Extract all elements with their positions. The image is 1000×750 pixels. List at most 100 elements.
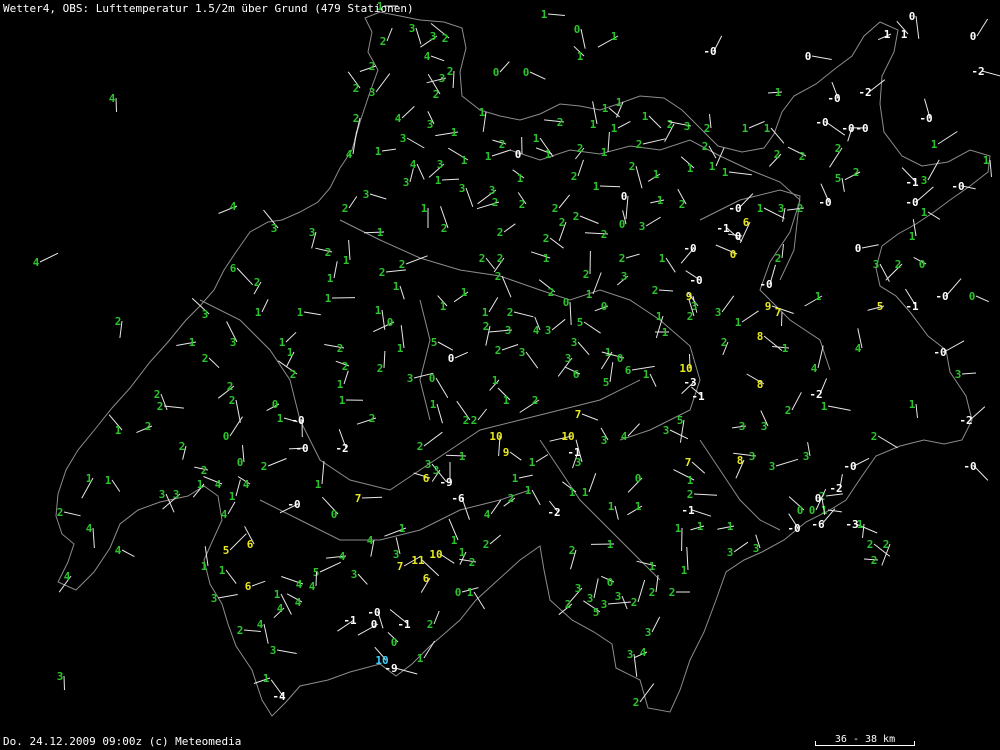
temperature-label: 0 — [223, 430, 230, 443]
temperature-label: -2 — [858, 86, 871, 99]
wind-barb-icon — [369, 193, 387, 200]
temperature-label: 2 — [883, 538, 890, 551]
wind-barb-icon — [989, 159, 992, 177]
station-marker: 2 — [543, 232, 564, 249]
temperature-label: 3 — [778, 202, 785, 215]
temperature-label: 3 — [727, 546, 734, 559]
station-marker: 1 — [593, 180, 621, 193]
wind-barb-icon — [937, 131, 958, 145]
station-marker: 4 — [855, 328, 863, 355]
temperature-label: 0 — [805, 50, 812, 63]
station-marker: 2 — [687, 488, 718, 501]
temperature-label: -9 — [439, 476, 452, 489]
station-marker: -0 — [815, 116, 846, 136]
temperature-label: 3 — [663, 424, 670, 437]
temperature-label: 2 — [633, 696, 640, 709]
station-marker: 6 — [413, 472, 431, 485]
station-marker: 2 — [356, 412, 377, 425]
wind-barb-icon — [915, 15, 920, 39]
station-marker: 2 — [479, 252, 495, 270]
station-marker: 1 — [375, 145, 396, 158]
station-marker: 1 — [339, 394, 364, 407]
station-marker: 1 — [105, 474, 121, 492]
temperature-label: 3 — [639, 220, 646, 233]
wind-barb-icon — [406, 137, 425, 149]
temperature-label: 2 — [619, 252, 626, 265]
temperature-label: 7 — [575, 408, 582, 421]
station-marker: -1 — [337, 614, 357, 632]
temperature-label: 4 — [33, 256, 40, 269]
temperature-label: 2 — [353, 112, 360, 125]
station-marker: 3 — [600, 427, 609, 447]
temperature-label: 2 — [507, 306, 514, 319]
temperature-label: 2 — [399, 258, 406, 271]
station-marker: 5 — [223, 533, 247, 557]
station-marker: 3 — [760, 410, 769, 433]
temperature-label: 3 — [621, 270, 628, 283]
wind-barb-icon — [361, 496, 383, 499]
wind-barb-icon — [642, 138, 666, 145]
temperature-label: 1 — [649, 560, 656, 573]
station-marker: -1 — [690, 386, 705, 403]
temperature-label: -2 — [829, 482, 842, 495]
temperature-label: 2 — [652, 284, 659, 297]
station-marker: 2 — [447, 65, 455, 89]
station-marker: 0 — [788, 496, 805, 517]
station-marker: 1 — [611, 120, 631, 135]
wind-barb-icon — [961, 372, 977, 375]
wind-barb-icon — [357, 573, 368, 585]
temperature-label: 2 — [565, 598, 572, 611]
temperature-label: 2 — [201, 464, 208, 477]
station-marker: 3 — [769, 458, 799, 473]
temperature-label: 3 — [159, 488, 166, 501]
temperature-label: 2 — [577, 142, 584, 155]
wind-barb-icon — [430, 55, 445, 62]
temperature-label: 3 — [601, 434, 608, 447]
station-marker: 2 — [380, 27, 393, 48]
wind-barb-icon — [503, 223, 516, 233]
station-marker: 2 — [517, 192, 527, 211]
temperature-label: 3 — [369, 86, 376, 99]
temperature-label: 2 — [353, 82, 360, 95]
station-marker: 0 — [515, 136, 523, 161]
station-marker: 8 — [735, 454, 745, 479]
temperature-label: 1 — [657, 194, 664, 207]
temperature-label: 3 — [271, 222, 278, 235]
station-marker: 5 — [867, 300, 885, 313]
station-marker: 4 — [109, 92, 117, 113]
temperature-label: 2 — [380, 35, 387, 48]
temperature-label: 1 — [582, 486, 589, 499]
station-marker: 2 — [552, 194, 571, 215]
station-marker: 4 — [257, 618, 269, 644]
temperature-label: 1 — [263, 672, 270, 685]
temperature-label: 2 — [237, 624, 244, 637]
wind-barb-icon — [614, 505, 619, 520]
temperature-label: 4 — [855, 342, 862, 355]
station-marker: 2 — [721, 336, 729, 356]
temperature-label: 1 — [201, 560, 208, 573]
station-marker: -2 — [547, 500, 561, 519]
temperature-label: 1 — [459, 450, 466, 463]
temperature-label: 2 — [495, 270, 502, 283]
station-marker: 0 — [429, 372, 449, 398]
wind-barb-icon — [348, 196, 358, 209]
station-marker: 0 — [627, 472, 643, 493]
temperature-label: 3 — [400, 132, 407, 145]
temperature-label: 1 — [479, 106, 486, 119]
temperature-label: 0 — [621, 190, 628, 203]
station-marker: 2 — [652, 284, 674, 297]
wind-barb-icon — [651, 616, 661, 633]
station-marker: 1 — [229, 479, 241, 503]
wind-barb-icon — [877, 435, 898, 449]
temperature-label: 1 — [461, 286, 468, 299]
temperature-label: 1 — [482, 306, 489, 319]
temperature-label: 1 — [722, 166, 729, 179]
temperature-label: 3 — [753, 542, 760, 555]
wind-barb-icon — [551, 318, 566, 331]
temperature-label: 2 — [867, 538, 874, 551]
station-marker: 2 — [829, 142, 843, 168]
temperature-label: 1 — [451, 534, 458, 547]
temperature-label: 3 — [439, 72, 446, 85]
temperature-label: 2 — [559, 216, 566, 229]
wind-barb-icon — [763, 335, 783, 351]
